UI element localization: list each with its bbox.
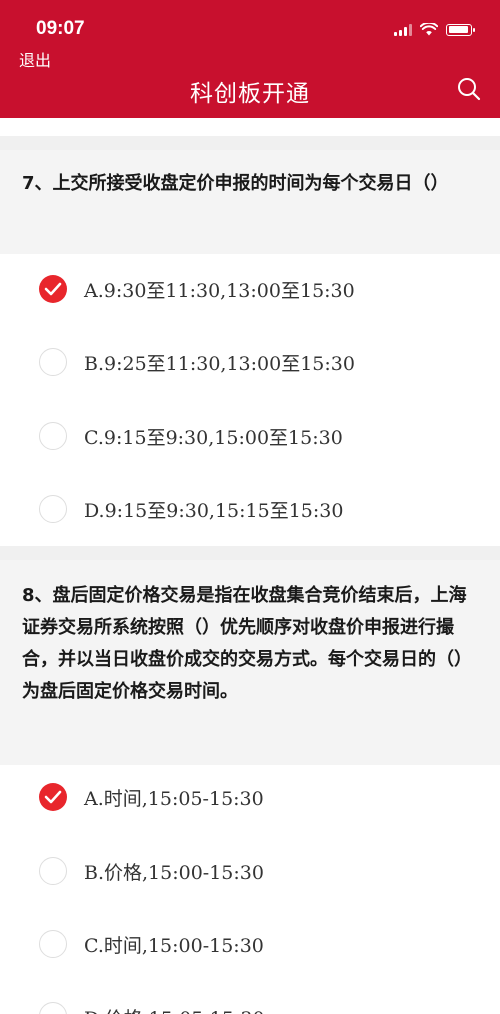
page-title: 科创板开通 <box>190 81 310 107</box>
wifi-icon <box>420 23 438 36</box>
check-icon <box>44 282 62 296</box>
radio-unchecked[interactable] <box>39 495 67 523</box>
status-icons <box>394 23 475 36</box>
search-button[interactable] <box>454 74 484 104</box>
radio-checked[interactable] <box>39 783 67 811</box>
radio-unchecked[interactable] <box>39 1002 67 1014</box>
option-label: B.价格,15:00-15:30 <box>84 861 264 884</box>
app-header: 09:07 退出 科创板开通 <box>0 0 500 118</box>
radio-unchecked[interactable] <box>39 348 67 376</box>
question-text: 8、盘后固定价格交易是指在收盘集合竞价结束后，上海证券交易所系统按照（）优先顺序… <box>22 585 472 702</box>
option-label: C.时间,15:00-15:30 <box>84 934 264 957</box>
question-text: 7、上交所接受收盘定价申报的时间为每个交易日（） <box>22 173 449 194</box>
radio-checked[interactable] <box>39 275 67 303</box>
exit-button[interactable]: 退出 <box>19 47 51 71</box>
question-7: 7、上交所接受收盘定价申报的时间为每个交易日（） <box>0 150 500 254</box>
radio-unchecked[interactable] <box>39 422 67 450</box>
battery-icon <box>446 23 475 36</box>
option-8a[interactable]: A.时间,15:05-15:30 <box>0 767 500 827</box>
status-time: 09:07 <box>36 18 85 39</box>
option-label: B.9:25至11:30,13:00至15:30 <box>84 352 355 375</box>
radio-unchecked[interactable] <box>39 930 67 958</box>
option-8b[interactable]: B.价格,15:00-15:30 <box>0 841 500 901</box>
option-label: D.价格,15:05-15:30 <box>84 1004 265 1014</box>
spacer <box>0 118 500 136</box>
section-divider <box>0 546 500 560</box>
option-8d[interactable]: D.价格,15:05-15:30 <box>0 988 500 1014</box>
option-7d[interactable]: D.9:15至9:30,15:15至15:30 <box>0 479 500 539</box>
check-icon <box>44 790 62 804</box>
section-divider <box>0 136 500 150</box>
option-8c[interactable]: C.时间,15:00-15:30 <box>0 914 500 974</box>
option-label: D.9:15至9:30,15:15至15:30 <box>84 499 344 522</box>
search-icon <box>458 78 481 101</box>
option-label: C.9:15至9:30,15:00至15:30 <box>84 426 343 449</box>
option-label: A.9:30至11:30,13:00至15:30 <box>84 279 355 302</box>
option-7c[interactable]: C.9:15至9:30,15:00至15:30 <box>0 406 500 466</box>
radio-unchecked[interactable] <box>39 857 67 885</box>
question-8: 8、盘后固定价格交易是指在收盘集合竞价结束后，上海证券交易所系统按照（）优先顺序… <box>0 560 500 765</box>
option-label: A.时间,15:05-15:30 <box>84 787 264 810</box>
option-7b[interactable]: B.9:25至11:30,13:00至15:30 <box>0 332 500 392</box>
signal-icon <box>394 23 412 36</box>
option-7a[interactable]: A.9:30至11:30,13:00至15:30 <box>0 259 500 319</box>
